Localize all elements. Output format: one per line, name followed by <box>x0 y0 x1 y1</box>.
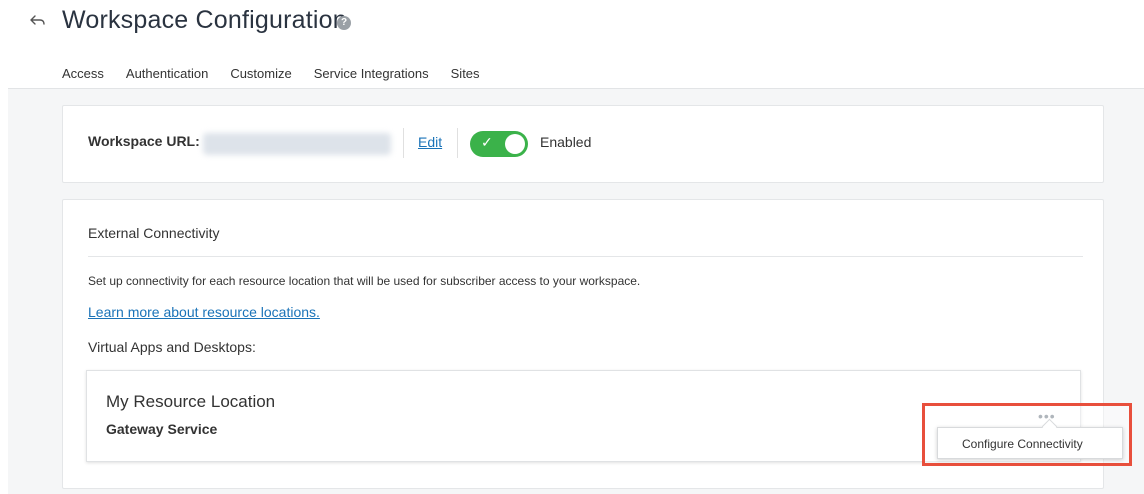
divider <box>403 128 404 158</box>
toggle-status-label: Enabled <box>540 134 592 150</box>
virtual-apps-label: Virtual Apps and Desktops: <box>88 339 256 355</box>
menu-item-configure-connectivity[interactable]: Configure Connectivity <box>962 437 1083 451</box>
tab-service-integrations[interactable]: Service Integrations <box>314 66 429 90</box>
edit-link[interactable]: Edit <box>418 134 442 150</box>
tab-sites[interactable]: Sites <box>451 66 480 90</box>
learn-more-link[interactable]: Learn more about resource locations. <box>88 304 320 320</box>
tab-bar: Access Authentication Customize Service … <box>62 66 502 90</box>
divider <box>457 128 458 158</box>
section-title: External Connectivity <box>88 225 220 241</box>
tab-customize[interactable]: Customize <box>230 66 291 90</box>
help-icon[interactable]: ? <box>337 16 351 30</box>
resource-location-service: Gateway Service <box>106 421 218 437</box>
check-icon: ✓ <box>481 134 493 150</box>
tab-authentication[interactable]: Authentication <box>126 66 208 90</box>
toggle-knob <box>505 134 525 154</box>
workspace-url-toggle[interactable]: ✓ <box>470 131 528 157</box>
divider <box>88 256 1083 257</box>
workspace-url-value-redacted <box>203 133 391 155</box>
back-arrow-svg <box>30 15 45 25</box>
page-title: Workspace Configuration <box>62 6 347 34</box>
section-description: Set up connectivity for each resource lo… <box>88 274 641 288</box>
resource-location-name: My Resource Location <box>106 392 276 411</box>
workspace-url-card: Workspace URL: Edit ✓ Enabled <box>62 105 1104 183</box>
tab-access[interactable]: Access <box>62 66 104 90</box>
workspace-url-label: Workspace URL: <box>88 133 200 149</box>
back-arrow-icon[interactable] <box>30 12 50 36</box>
context-menu: Configure Connectivity <box>937 427 1123 459</box>
